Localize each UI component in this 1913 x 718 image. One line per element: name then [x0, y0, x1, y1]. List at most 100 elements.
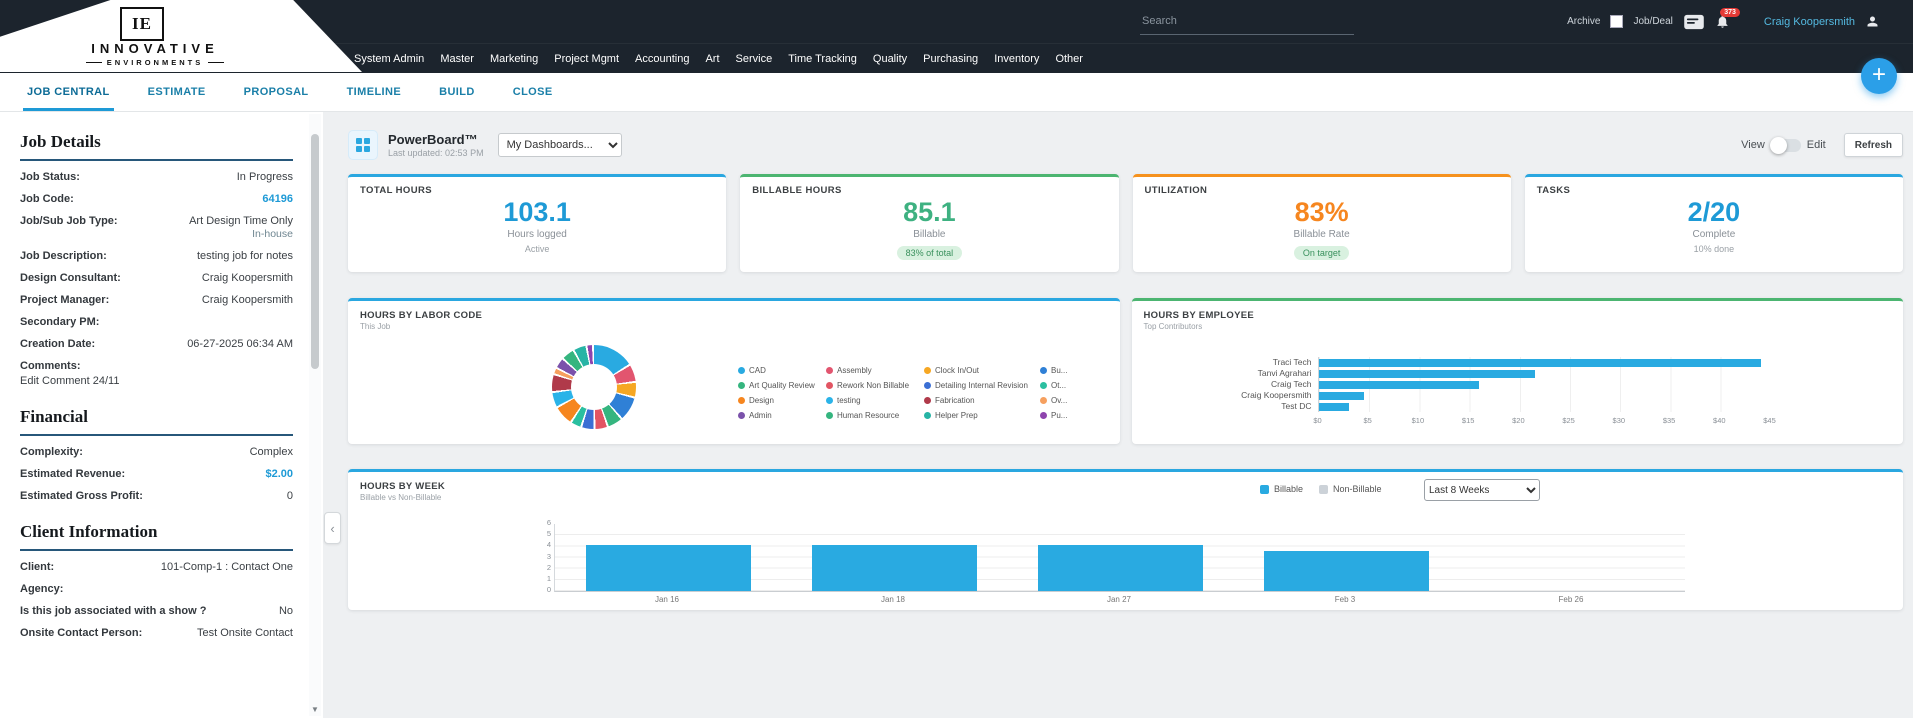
employee-bar-row: [1318, 368, 1771, 379]
tab-timeline[interactable]: TIMELINE: [347, 72, 402, 111]
legend-label: Rework Non Billable: [837, 381, 910, 390]
row-client: Client: 101-Comp-1 : Contact One: [20, 561, 293, 573]
week-bar[interactable]: [585, 545, 751, 591]
legend-item[interactable]: Rework Non Billable: [826, 381, 916, 390]
dashboard-grid-icon[interactable]: [348, 130, 378, 160]
labor-code-card: HOURS BY LABOR CODE This Job CAD Assembly…: [348, 298, 1120, 444]
nav-item-time-tracking[interactable]: Time Tracking: [788, 53, 857, 65]
week-bar[interactable]: [811, 545, 977, 591]
job-sidebar: Job Details Job Status: In Progress Job …: [0, 112, 323, 718]
tab-estimate[interactable]: ESTIMATE: [148, 72, 206, 111]
toggle-knob[interactable]: [1769, 136, 1787, 154]
kpi-badge-wrap: On target: [1133, 243, 1511, 261]
legend-item[interactable]: Ot...: [1040, 381, 1094, 390]
legend-item[interactable]: Detailing Internal Revision: [924, 381, 1032, 390]
axis-tick-label: $15: [1461, 416, 1475, 425]
archive-checkbox[interactable]: [1610, 15, 1624, 28]
estimated-revenue-link[interactable]: $2.00: [265, 468, 293, 480]
field-label: Job Status:: [20, 171, 80, 183]
week-bar[interactable]: [1263, 550, 1429, 591]
employee-bar[interactable]: [1318, 391, 1364, 400]
legend-dot: [924, 412, 931, 419]
legend-item[interactable]: Assembly: [826, 366, 916, 375]
week-slot: [555, 545, 781, 591]
week-range-select[interactable]: Last 8 Weeks: [1424, 479, 1540, 501]
legend-item[interactable]: Human Resource: [826, 411, 916, 420]
legend-item[interactable]: Clock In/Out: [924, 366, 1032, 375]
employee-bar[interactable]: [1318, 380, 1480, 389]
view-edit-toggle[interactable]: [1769, 136, 1801, 154]
field-value: Craig Koopersmith: [201, 294, 293, 306]
sidebar-scrollbar[interactable]: ▼: [309, 114, 321, 716]
kpi-title: BILLABLE HOURS: [752, 185, 842, 196]
axis-tick-label: 4: [546, 540, 551, 550]
search-input[interactable]: [1140, 8, 1354, 35]
employee-bar[interactable]: [1318, 402, 1349, 411]
kpi-badge-wrap: 83% of total: [740, 243, 1118, 261]
legend-dot: [924, 397, 931, 404]
dashboards-select[interactable]: My Dashboards...: [497, 133, 622, 157]
legend-item[interactable]: CAD: [738, 366, 818, 375]
legend-item[interactable]: Pu...: [1040, 411, 1094, 420]
legend-dot: [738, 367, 745, 374]
edit-label: Edit: [1806, 139, 1826, 151]
notifications-bell-icon[interactable]: 373: [1715, 8, 1740, 29]
nav-item-project-mgmt[interactable]: Project Mgmt: [554, 53, 619, 65]
legend-item[interactable]: Ov...: [1040, 396, 1094, 405]
axis-tick-label: $5: [1363, 416, 1372, 425]
legend-item[interactable]: Bu...: [1040, 366, 1094, 375]
tab-job-central[interactable]: JOB CENTRAL: [23, 72, 114, 111]
row-design-consultant: Design Consultant: Craig Koopersmith: [20, 272, 293, 284]
kpi-value: 85.1: [903, 197, 956, 227]
legend-item[interactable]: Non-Billable: [1319, 484, 1382, 494]
legend-dot: [1040, 412, 1047, 419]
week-slot: [1007, 545, 1233, 591]
field-value: 06-27-2025 06:34 AM: [187, 338, 293, 350]
legend-item[interactable]: Design: [738, 396, 818, 405]
nav-item-accounting[interactable]: Accounting: [635, 53, 689, 65]
scrollbar-thumb[interactable]: [311, 134, 319, 369]
axis-tick-label: $25: [1562, 416, 1575, 425]
add-button[interactable]: +: [1861, 58, 1897, 94]
axis-tick-label: $45: [1763, 416, 1776, 425]
tab-build[interactable]: BUILD: [439, 72, 475, 111]
kpi-value: 2/20: [1687, 197, 1741, 227]
employee-name: Craig Koopersmith: [1241, 390, 1312, 400]
legend-item[interactable]: testing: [826, 396, 916, 405]
legend-item[interactable]: Fabrication: [924, 396, 1032, 405]
legend-item[interactable]: Billable: [1260, 484, 1303, 494]
nav-item-master[interactable]: Master: [440, 53, 474, 65]
legend-item[interactable]: Helper Prep: [924, 411, 1032, 420]
nav-item-marketing[interactable]: Marketing: [490, 53, 538, 65]
row-job-code: Job Code: 64196: [20, 193, 293, 205]
labor-donut[interactable]: [552, 345, 636, 429]
kpi-card-utilization: UTILIZATION 83% Billable Rate On target: [1132, 174, 1511, 272]
legend-item[interactable]: Admin: [738, 411, 818, 420]
job-code-link[interactable]: 64196: [262, 193, 293, 205]
nav-item-service[interactable]: Service: [736, 53, 773, 65]
nav-item-system-admin[interactable]: System Admin: [354, 53, 424, 65]
employee-name: Test DC: [1281, 401, 1312, 411]
user-icon[interactable]: [1865, 14, 1880, 29]
nav-item-other[interactable]: Other: [1055, 53, 1083, 65]
view-label: View: [1741, 139, 1765, 151]
employee-bar[interactable]: [1318, 358, 1761, 367]
comments-link[interactable]: Edit Comment 24/11: [20, 375, 293, 387]
kpi-value: 103.1: [503, 197, 571, 227]
tab-proposal[interactable]: PROPOSAL: [244, 72, 309, 111]
scrollbar-down-arrow-icon[interactable]: ▼: [309, 705, 321, 714]
sidebar-collapse-button[interactable]: ‹: [324, 512, 341, 544]
nav-item-inventory[interactable]: Inventory: [994, 53, 1039, 65]
week-y-axis: 0 12345 6: [538, 518, 554, 594]
nav-item-quality[interactable]: Quality: [873, 53, 907, 65]
legend-item[interactable]: Art Quality Review: [738, 381, 818, 390]
username[interactable]: Craig Koopersmith: [1764, 16, 1855, 28]
week-bar[interactable]: [1037, 545, 1203, 591]
refresh-button[interactable]: Refresh: [1843, 133, 1903, 157]
employee-bar[interactable]: [1318, 369, 1535, 378]
nav-item-art[interactable]: Art: [705, 53, 719, 65]
nav-item-purchasing[interactable]: Purchasing: [923, 53, 978, 65]
kpi-label: Billable: [913, 229, 946, 240]
apps-icon[interactable]: [1683, 14, 1705, 30]
tab-close[interactable]: CLOSE: [513, 72, 553, 111]
